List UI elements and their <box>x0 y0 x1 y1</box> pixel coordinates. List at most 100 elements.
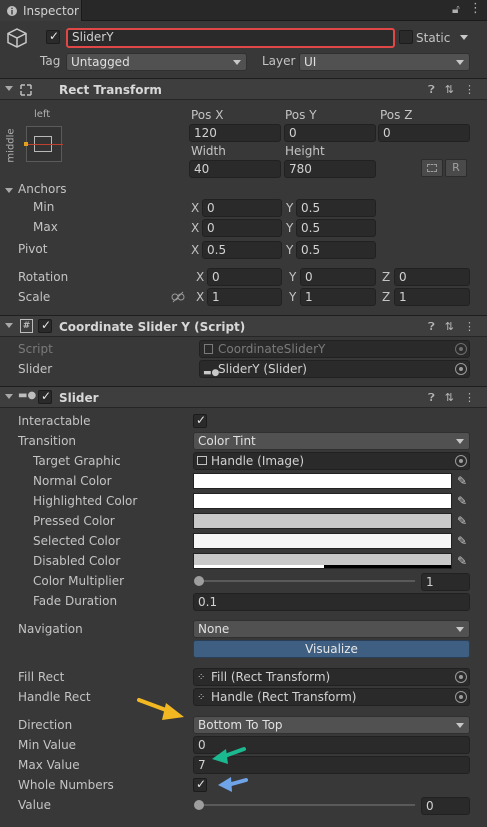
pivot-y-letter: Y <box>286 243 294 257</box>
rotation-label: Rotation <box>18 270 69 284</box>
scale-z-field[interactable]: 1 <box>394 288 470 306</box>
color-multiplier-knob[interactable] <box>194 576 204 586</box>
max-value-label: Max Value <box>18 758 80 772</box>
component-menu-icon[interactable]: ⋮ <box>464 83 475 97</box>
interactable-checkbox[interactable] <box>193 413 207 428</box>
eyedropper-icon[interactable]: ✎ <box>455 474 469 488</box>
highlighted-color-swatch[interactable] <box>193 493 452 509</box>
anchor-preset-button[interactable] <box>24 126 63 162</box>
slider-enabled-checkbox[interactable] <box>38 389 52 404</box>
image-icon <box>197 456 207 465</box>
active-checkbox[interactable] <box>46 29 60 44</box>
value-field[interactable]: 0 <box>421 797 470 815</box>
static-dropdown-arrow-icon[interactable] <box>460 35 468 40</box>
anchor-max-x-field[interactable]: 0 <box>202 219 282 237</box>
handle-rect-field[interactable]: ⁘ Handle (Rect Transform) <box>193 688 470 706</box>
direction-label: Direction <box>18 718 73 732</box>
fill-rect-field[interactable]: ⁘ Fill (Rect Transform) <box>193 668 470 686</box>
preset-icon[interactable]: ⇅ <box>445 83 454 97</box>
pressed-color-swatch[interactable] <box>193 513 452 529</box>
slider-component-title: Slider <box>59 391 99 405</box>
posy-field[interactable]: 0 <box>284 124 376 142</box>
fill-rect-picker-icon[interactable] <box>455 671 467 683</box>
blueprint-mode-button[interactable] <box>421 159 443 177</box>
visualize-button[interactable]: Visualize <box>193 640 470 658</box>
fold-arrow-icon[interactable] <box>5 323 13 328</box>
posz-field[interactable]: 0 <box>378 124 470 142</box>
rotation-z-field[interactable]: 0 <box>394 268 470 286</box>
fade-duration-field[interactable]: 0.1 <box>193 593 470 611</box>
help-icon[interactable]: ❓︎ <box>428 83 435 97</box>
anchor-min-y-field[interactable]: 0.5 <box>296 199 376 217</box>
rect-transform-icon: ⁘ <box>197 692 206 703</box>
script-component-header[interactable]: # Coordinate Slider Y (Script) ❓︎ ⇅ ⋮ <box>0 315 487 337</box>
scale-y-field[interactable]: 1 <box>300 288 376 306</box>
scale-x-field[interactable]: 1 <box>207 288 282 306</box>
eyedropper-icon[interactable]: ✎ <box>455 554 469 568</box>
min-value-label: Min Value <box>18 738 77 752</box>
tab-inspector[interactable]: Inspector <box>0 0 82 21</box>
scale-label: Scale <box>18 290 51 304</box>
handle-rect-picker-icon[interactable] <box>455 691 467 703</box>
selected-color-swatch[interactable] <box>193 533 452 549</box>
eyedropper-icon[interactable]: ✎ <box>455 534 469 548</box>
anchor-min-x-field[interactable]: 0 <box>202 199 282 217</box>
script-object-picker-icon <box>455 343 467 355</box>
component-menu-icon[interactable]: ⋮ <box>464 320 475 334</box>
help-icon[interactable]: ❓︎ <box>428 391 435 405</box>
color-multiplier-label: Color Multiplier <box>33 574 125 588</box>
constrain-proportions-icon[interactable] <box>171 291 185 303</box>
rotation-y-field[interactable]: 0 <box>300 268 376 286</box>
lock-icon[interactable]: 🔓︎ <box>452 2 460 17</box>
anchors-fold-icon[interactable] <box>5 188 13 193</box>
width-field[interactable]: 40 <box>189 160 281 178</box>
fold-arrow-icon[interactable] <box>5 394 13 399</box>
disabled-color-swatch[interactable] <box>193 553 452 569</box>
transition-label: Transition <box>18 434 77 448</box>
anchors-label: Anchors <box>18 182 67 196</box>
width-label: Width <box>191 144 226 158</box>
pivot-y-field[interactable]: 0.5 <box>296 241 376 259</box>
whole-numbers-checkbox[interactable] <box>193 777 207 792</box>
help-icon[interactable]: ❓︎ <box>428 320 435 334</box>
eyedropper-icon[interactable]: ✎ <box>455 514 469 528</box>
component-menu-icon[interactable]: ⋮ <box>464 391 475 405</box>
color-multiplier-track[interactable] <box>199 580 415 582</box>
tag-dropdown[interactable]: Untagged <box>66 53 247 71</box>
value-slider-track[interactable] <box>199 804 415 806</box>
preset-icon[interactable]: ⇅ <box>445 391 454 405</box>
alpha-bar-empty <box>324 565 451 568</box>
slider-ref-field[interactable]: ▬● SliderY (Slider) <box>199 360 470 378</box>
preset-icon[interactable]: ⇅ <box>445 320 454 334</box>
direction-dropdown[interactable]: Bottom To Top <box>193 716 470 734</box>
value-slider-knob[interactable] <box>194 800 204 810</box>
fade-duration-label: Fade Duration <box>33 594 118 608</box>
more-icon[interactable]: ⋮ <box>469 1 482 16</box>
height-field[interactable]: 780 <box>284 160 376 178</box>
scale-y-letter: Y <box>289 290 297 304</box>
object-name-field[interactable]: SliderY <box>66 28 395 48</box>
eyedropper-icon[interactable]: ✎ <box>455 494 469 508</box>
interactable-label: Interactable <box>18 414 91 428</box>
script-enabled-checkbox[interactable] <box>38 318 52 333</box>
color-multiplier-field[interactable]: 1 <box>421 573 470 591</box>
rect-transform-header[interactable]: Rect Transform ❓︎ ⇅ ⋮ <box>0 78 487 100</box>
static-checkbox-empty[interactable] <box>399 30 413 44</box>
anchor-max-y-field[interactable]: 0.5 <box>296 219 376 237</box>
raw-edit-button[interactable]: R <box>445 159 467 177</box>
layer-dropdown[interactable]: UI <box>299 53 470 71</box>
slider-component-header[interactable]: ▬● Slider ❓︎ ⇅ ⋮ <box>0 386 487 408</box>
navigation-dropdown[interactable]: None <box>193 620 470 638</box>
posx-field[interactable]: 120 <box>189 124 281 142</box>
transition-dropdown[interactable]: Color Tint <box>193 432 470 450</box>
target-graphic-field[interactable]: Handle (Image) <box>193 452 470 470</box>
fold-arrow-icon[interactable] <box>5 86 13 91</box>
posx-label: Pos X <box>191 108 224 122</box>
slider-ref-picker-icon[interactable] <box>455 363 467 375</box>
pivot-x-field[interactable]: 0.5 <box>202 241 282 259</box>
normal-color-swatch[interactable] <box>193 473 452 489</box>
rotation-x-field[interactable]: 0 <box>207 268 282 286</box>
target-graphic-picker-icon[interactable] <box>455 455 467 467</box>
script-field-value: CoordinateSliderY <box>218 342 326 356</box>
pivot-x-letter: X <box>191 243 200 257</box>
